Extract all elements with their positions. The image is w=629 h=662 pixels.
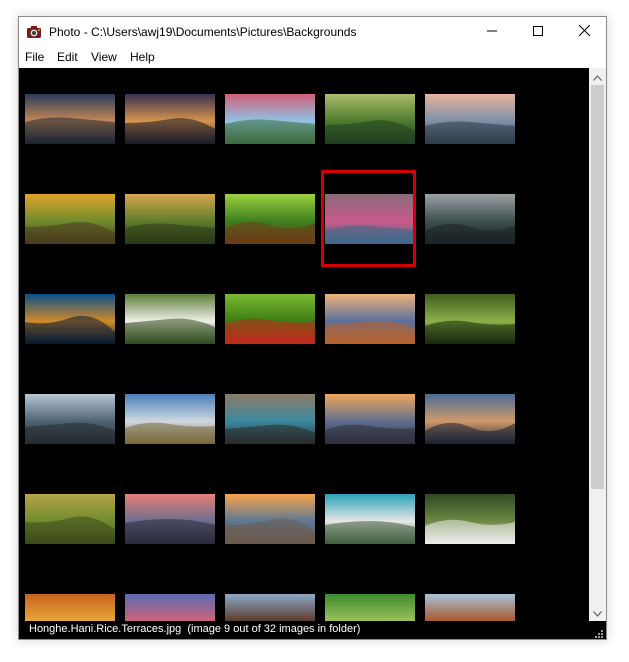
thumbnail[interactable] bbox=[125, 94, 215, 144]
size-grip-icon[interactable] bbox=[592, 626, 604, 638]
minimize-button[interactable] bbox=[469, 17, 515, 47]
thumbnail[interactable] bbox=[25, 594, 115, 621]
thumbnail[interactable] bbox=[325, 394, 415, 444]
thumbnail-viewer[interactable] bbox=[19, 68, 589, 621]
minimize-icon bbox=[487, 23, 497, 41]
thumbnail[interactable] bbox=[25, 394, 115, 444]
thumbnail[interactable] bbox=[25, 94, 115, 144]
thumbnail[interactable] bbox=[125, 594, 215, 621]
thumbnail[interactable] bbox=[325, 594, 415, 621]
menu-file[interactable]: File bbox=[25, 50, 44, 64]
thumbnail[interactable] bbox=[225, 294, 315, 344]
window-title: Photo - C:\Users\awj19\Documents\Picture… bbox=[49, 25, 357, 39]
thumbnail[interactable] bbox=[125, 494, 215, 544]
thumbnail[interactable] bbox=[425, 194, 515, 244]
thumbnail[interactable] bbox=[425, 394, 515, 444]
scroll-thumb[interactable] bbox=[591, 85, 604, 489]
selection-highlight bbox=[321, 170, 416, 267]
close-button[interactable] bbox=[561, 17, 606, 47]
thumbnail[interactable] bbox=[425, 494, 515, 544]
photo-viewer-window: Photo - C:\Users\awj19\Documents\Picture… bbox=[18, 16, 607, 640]
status-text: Honghe.Hani.Rice.Terraces.jpg (image 9 o… bbox=[29, 623, 360, 635]
maximize-icon bbox=[533, 23, 543, 41]
status-info: (image 9 out of 32 images in folder) bbox=[187, 623, 361, 635]
thumbnail[interactable] bbox=[425, 294, 515, 344]
menu-help[interactable]: Help bbox=[130, 50, 155, 64]
close-icon bbox=[578, 23, 590, 41]
thumbnail[interactable] bbox=[225, 394, 315, 444]
maximize-button[interactable] bbox=[515, 17, 561, 47]
status-filename: Honghe.Hani.Rice.Terraces.jpg bbox=[29, 623, 182, 635]
thumbnail[interactable] bbox=[25, 194, 115, 244]
thumbnail[interactable] bbox=[225, 494, 315, 544]
thumbnail[interactable] bbox=[225, 194, 315, 244]
thumbnail[interactable] bbox=[425, 94, 515, 144]
camera-icon bbox=[26, 24, 42, 40]
scroll-up-button[interactable] bbox=[589, 68, 606, 85]
status-bar: Honghe.Hani.Rice.Terraces.jpg (image 9 o… bbox=[19, 621, 606, 639]
chevron-down-icon bbox=[593, 604, 602, 622]
thumbnail[interactable] bbox=[225, 94, 315, 144]
vertical-scrollbar[interactable] bbox=[589, 68, 606, 621]
menu-edit[interactable]: Edit bbox=[57, 50, 78, 64]
thumbnail[interactable] bbox=[125, 294, 215, 344]
title-bar[interactable]: Photo - C:\Users\awj19\Documents\Picture… bbox=[19, 17, 606, 47]
menu-bar: File Edit View Help bbox=[19, 47, 606, 67]
thumbnail[interactable] bbox=[325, 294, 415, 344]
thumbnail[interactable] bbox=[425, 594, 515, 621]
scroll-down-button[interactable] bbox=[589, 604, 606, 621]
menu-view[interactable]: View bbox=[91, 50, 117, 64]
thumbnail[interactable] bbox=[25, 294, 115, 344]
thumbnail[interactable] bbox=[25, 494, 115, 544]
chevron-up-icon bbox=[593, 68, 602, 86]
thumbnail[interactable] bbox=[225, 594, 315, 621]
thumbnail[interactable] bbox=[125, 194, 215, 244]
thumbnail[interactable] bbox=[325, 494, 415, 544]
thumbnail[interactable] bbox=[125, 394, 215, 444]
thumbnail[interactable] bbox=[325, 94, 415, 144]
